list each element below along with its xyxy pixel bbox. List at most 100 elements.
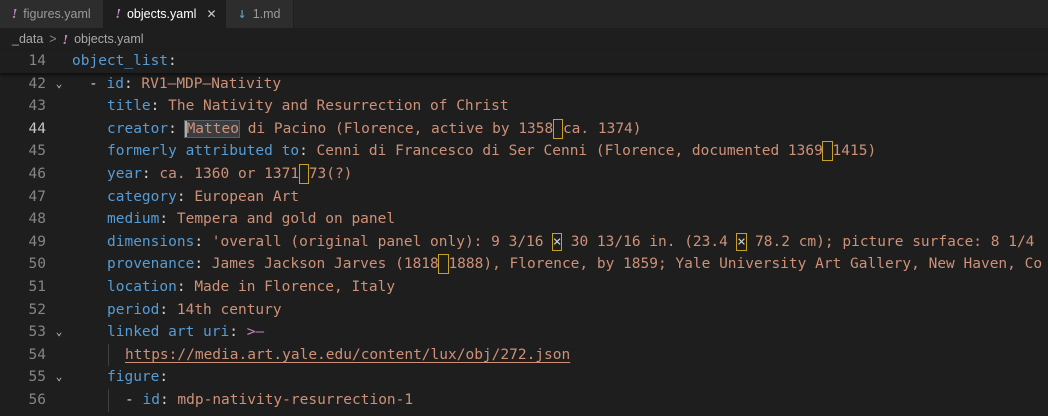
code-line[interactable]: 43 title: The Nativity and Resurrection … [0,95,1048,118]
colon: : [159,211,177,228]
indent-guide [108,388,109,412]
yaml-key: formerly attributed to [107,143,300,160]
line-number: 45 [28,143,46,160]
url-link[interactable]: https://media.art.yale.edu/content/lux/o… [125,347,570,363]
yaml-key: period [107,301,160,318]
breadcrumb-folder[interactable]: _data [12,32,43,46]
line-number: 53 [28,324,46,341]
code-text: category: European Art [72,186,299,209]
yaml-value: di Pacino (Florence, active by 1358 [238,120,554,137]
highlighted-word: Matteo [183,119,240,138]
yaml-key: figure [107,369,160,386]
tab-1-md[interactable]: ↓ 1.md [225,0,294,28]
code-text: - id: RV1–MDP–Nativity [72,73,281,96]
colon: : [168,120,186,137]
unicode-highlight-box[interactable]: × [551,232,563,251]
code-line[interactable]: 56 - id: mdp-nativity-resurrection-1 [0,388,1048,412]
code-text: title: The Nativity and Resurrection of … [72,95,509,118]
yaml-value: 1415) [832,143,877,160]
code-line[interactable]: 54 https://media.art.yale.edu/content/lu… [0,343,1048,367]
colon: : [194,256,212,273]
code-line[interactable]: 42 ⌄ - id: RV1–MDP–Nativity [0,73,1048,96]
yaml-key: medium [107,211,160,228]
line-number: 50 [28,256,46,273]
line-number: 42 [28,75,46,92]
yaml-key: object_list [72,53,169,69]
yaml-file-icon: ! [62,31,69,47]
yaml-key: creator [107,120,169,137]
breadcrumb-file[interactable]: objects.yaml [74,32,143,46]
code-line[interactable]: 51 location: Made in Florence, Italy [0,276,1048,299]
code-line[interactable]: 52 period: 14th century [0,299,1048,322]
tab-objects-yaml[interactable]: ! objects.yaml ✕ [103,0,226,28]
code-line[interactable]: 53 ⌄ linked art uri: >– [0,321,1048,344]
unicode-highlight-box[interactable] [552,118,564,139]
code-text: linked art uri: >– [72,321,264,344]
colon: : [141,165,160,182]
code-text: https://media.art.yale.edu/content/lux/o… [72,343,570,367]
line-number: 51 [28,278,46,295]
code-text: creator: Matteo di Pacino (Florence, act… [72,118,642,141]
colon: : [194,233,212,250]
code-line[interactable]: 45 formerly attributed to: Cenni di Fran… [0,140,1048,163]
unicode-highlight-box[interactable] [822,141,834,162]
code-text: dimensions: 'overall (original panel onl… [72,231,1034,254]
chevron-down-icon[interactable]: ⌄ [46,73,72,96]
colon: : [159,369,169,386]
yaml-file-icon: ! [12,7,18,21]
code-line[interactable]: 55 ⌄ figure: [0,366,1048,389]
unicode-highlight-box[interactable]: × [736,232,747,251]
chevron-down-icon[interactable]: ⌄ [46,321,72,344]
yaml-key: linked art uri [107,324,230,341]
line-number: 52 [28,301,46,318]
chevron-down-icon[interactable]: ⌄ [46,366,72,389]
yaml-value: 73(?) [308,165,353,182]
colon: : [176,278,195,295]
yaml-key: id [106,75,124,92]
block-scalar-indicator: >– [246,324,265,341]
code-line[interactable]: 49 dimensions: 'overall (original panel … [0,231,1048,254]
tab-label: 1.md [252,7,281,21]
colon: : [299,143,317,160]
yaml-value: ca. 1360 or 1371 [159,165,300,182]
sticky-scroll-line[interactable]: 14 object_list: [0,50,1048,73]
code-line[interactable]: 46 year: ca. 1360 or 1371 73(?) [0,163,1048,186]
code-line[interactable]: 47 category: European Art [0,186,1048,209]
yaml-key: category [107,188,177,205]
list-dash: - [125,391,143,408]
breadcrumb-separator: > [49,32,57,46]
yaml-key: provenance [107,256,195,273]
code-text: formerly attributed to: Cenni di Frances… [72,140,876,163]
colon: : [159,301,177,318]
tab-label: objects.yaml [126,7,197,21]
yaml-value: The Nativity and Resurrection of Christ [168,98,509,115]
tab-bar: ! figures.yaml ! objects.yaml ✕ ↓ 1.md [0,0,1048,28]
unicode-highlight-box[interactable] [298,163,310,184]
close-icon[interactable]: ✕ [206,7,216,21]
line-number: 49 [28,233,46,250]
tab-figures-yaml[interactable]: ! figures.yaml [0,0,104,28]
code-text: provenance: James Jackson Jarves (1818 18… [72,253,1042,276]
code-line-current[interactable]: 44 creator: Matteo di Pacino (Florence, … [0,118,1048,141]
code-editor[interactable]: 14 object_list: 42 ⌄ - id: RV1–MDP–Nativ… [0,50,1048,412]
code-line[interactable]: 48 medium: Tempera and gold on panel [0,208,1048,231]
yaml-value: 'overall (original panel only): 9 3/16 [211,233,553,250]
code-text: medium: Tempera and gold on panel [72,208,395,231]
tab-bar-empty-space [293,0,1048,28]
code-text: object_list: [72,50,177,73]
yaml-value: 30 13/16 in. (23.4 [561,233,737,250]
code-text: period: 14th century [72,299,282,322]
colon: : [123,75,142,92]
tab-label: figures.yaml [23,7,91,21]
yaml-value: 1888), Florence, by 1859; Yale Universit… [448,256,1043,273]
list-dash: - [89,75,107,92]
breadcrumb: _data > ! objects.yaml [0,28,1048,50]
line-number: 54 [28,346,46,363]
yaml-value: mdp-nativity-resurrection-1 [177,391,414,408]
indent-guide [108,343,109,367]
code-line[interactable]: 50 provenance: James Jackson Jarves (181… [0,253,1048,276]
yaml-key: title [107,98,151,115]
unicode-highlight-box[interactable] [438,254,449,275]
line-number: 43 [28,98,46,115]
line-number: 47 [28,188,46,205]
